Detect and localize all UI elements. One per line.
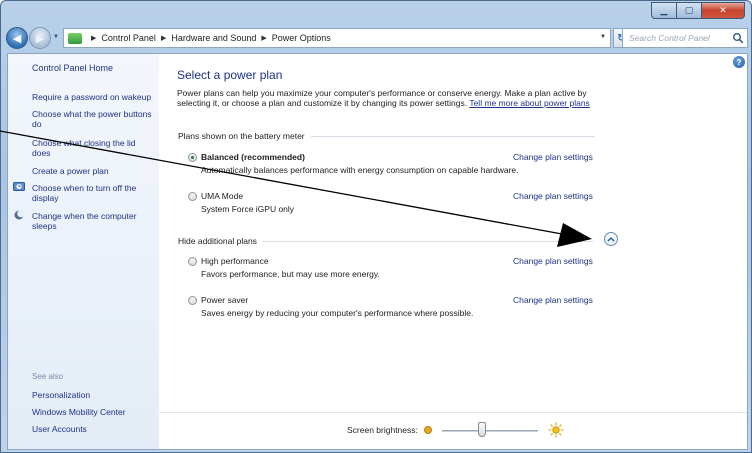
- sidebar-link-power-buttons[interactable]: Choose what the power buttons do: [32, 109, 156, 129]
- plan-description-uma-mode: System Force iGPU only: [201, 204, 295, 214]
- close-button[interactable]: ✕: [702, 2, 745, 19]
- main-panel: ? Select a power plan Power plans can he…: [159, 54, 747, 449]
- search-box[interactable]: Search Control Panel: [622, 28, 748, 48]
- search-placeholder: Search Control Panel: [629, 33, 710, 43]
- address-dropdown-icon[interactable]: ▼: [600, 34, 606, 40]
- control-panel-icon: [68, 32, 82, 44]
- chevron-right-icon[interactable]: ▶: [261, 34, 266, 42]
- sidebar-link-computer-sleeps[interactable]: Change when the computer sleeps: [32, 211, 156, 231]
- see-also-personalization-link[interactable]: Personalization: [32, 390, 90, 400]
- display-clock-icon: [13, 182, 25, 191]
- content-area: Control Panel Home Require a password on…: [7, 53, 748, 450]
- navigation-bar: ◀ ▶ ▼ ▶ Control Panel ▶ Hardware and Sou…: [5, 25, 749, 49]
- change-plan-settings-high-performance[interactable]: Change plan settings: [513, 256, 593, 266]
- help-icon[interactable]: ?: [733, 56, 745, 68]
- plan-name-power-saver[interactable]: Power saver: [201, 295, 248, 305]
- brightness-slider-thumb[interactable]: [478, 422, 487, 437]
- maximize-button[interactable]: ▢: [677, 2, 702, 19]
- chevron-right-icon[interactable]: ▶: [161, 34, 166, 42]
- control-panel-home-link[interactable]: Control Panel Home: [32, 63, 113, 73]
- forward-button[interactable]: ▶: [29, 27, 51, 49]
- chevron-up-icon: [607, 236, 615, 242]
- plan-description-high-performance: Favors performance, but may use more ene…: [201, 269, 380, 279]
- brightness-bar: Screen brightness:: [159, 412, 747, 449]
- see-also-label: See also: [32, 372, 64, 381]
- plan-radio-uma-mode[interactable]: [188, 192, 197, 201]
- change-plan-settings-power-saver[interactable]: Change plan settings: [513, 295, 593, 305]
- screen-brightness-label: Screen brightness:: [347, 425, 418, 435]
- back-button[interactable]: ◀: [6, 27, 28, 49]
- plan-description-power-saver: Saves energy by reducing your computer's…: [201, 308, 474, 318]
- bright-sun-icon: [548, 422, 564, 438]
- sidebar-link-require-password[interactable]: Require a password on wakeup: [32, 92, 156, 102]
- sidebar-link-create-plan[interactable]: Create a power plan: [32, 166, 156, 176]
- minimize-button[interactable]: ▁: [651, 2, 677, 19]
- arrow-left-icon: ◀: [12, 32, 22, 45]
- plan-radio-power-saver[interactable]: [188, 296, 197, 305]
- page-title: Select a power plan: [177, 68, 283, 82]
- address-bar[interactable]: ▶ Control Panel ▶ Hardware and Sound ▶ P…: [63, 28, 611, 48]
- battery-meter-group-header: Plans shown on the battery meter: [178, 131, 595, 141]
- plan-name-high-performance[interactable]: High performance: [201, 256, 269, 266]
- change-plan-settings-balanced[interactable]: Change plan settings: [513, 152, 593, 162]
- additional-plans-group-header[interactable]: Hide additional plans: [178, 236, 593, 246]
- page-description: Power plans can help you maximize your c…: [177, 88, 617, 108]
- plan-radio-balanced[interactable]: [188, 153, 197, 162]
- see-also-user-accounts-link[interactable]: User Accounts: [32, 424, 87, 434]
- search-icon[interactable]: [732, 32, 744, 44]
- plan-name-uma-mode[interactable]: UMA Mode: [201, 191, 243, 201]
- see-also-mobility-center-link[interactable]: Windows Mobility Center: [32, 407, 126, 417]
- caption-buttons: ▁ ▢ ✕: [651, 2, 745, 19]
- breadcrumb-power-options[interactable]: Power Options: [272, 33, 331, 43]
- collapse-plans-button[interactable]: [604, 232, 618, 246]
- chevron-right-icon[interactable]: ▶: [91, 34, 96, 42]
- brightness-slider-track[interactable]: [442, 430, 538, 432]
- breadcrumb-control-panel[interactable]: Control Panel: [101, 33, 156, 43]
- sidebar-link-closing-lid[interactable]: Choose what closing the lid does: [32, 138, 156, 158]
- group-divider: [262, 240, 593, 242]
- plan-description-balanced: Automatically balances performance with …: [201, 165, 519, 175]
- hide-additional-plans-text[interactable]: Hide additional plans: [178, 236, 257, 246]
- group-divider: [310, 135, 595, 137]
- change-plan-settings-uma-mode[interactable]: Change plan settings: [513, 191, 593, 201]
- battery-meter-header-text: Plans shown on the battery meter: [178, 131, 305, 141]
- plan-name-balanced[interactable]: Balanced (recommended): [201, 152, 305, 162]
- recent-pages-dropdown[interactable]: ▼: [53, 34, 59, 40]
- power-options-window: ▁ ▢ ✕ ◀ ▶ ▼ ▶ Control Panel ▶ Hardware a…: [0, 0, 752, 453]
- plan-radio-high-performance[interactable]: [188, 257, 197, 266]
- moon-sleep-icon: [14, 209, 25, 220]
- breadcrumb-hardware-and-sound[interactable]: Hardware and Sound: [171, 33, 256, 43]
- tell-me-more-link[interactable]: Tell me more about power plans: [469, 98, 589, 108]
- sidebar-link-turn-off-display[interactable]: Choose when to turn off the display: [32, 183, 156, 203]
- sidebar: Control Panel Home Require a password on…: [8, 54, 159, 449]
- arrow-right-icon: ▶: [35, 32, 45, 45]
- dim-sun-icon: [424, 426, 432, 434]
